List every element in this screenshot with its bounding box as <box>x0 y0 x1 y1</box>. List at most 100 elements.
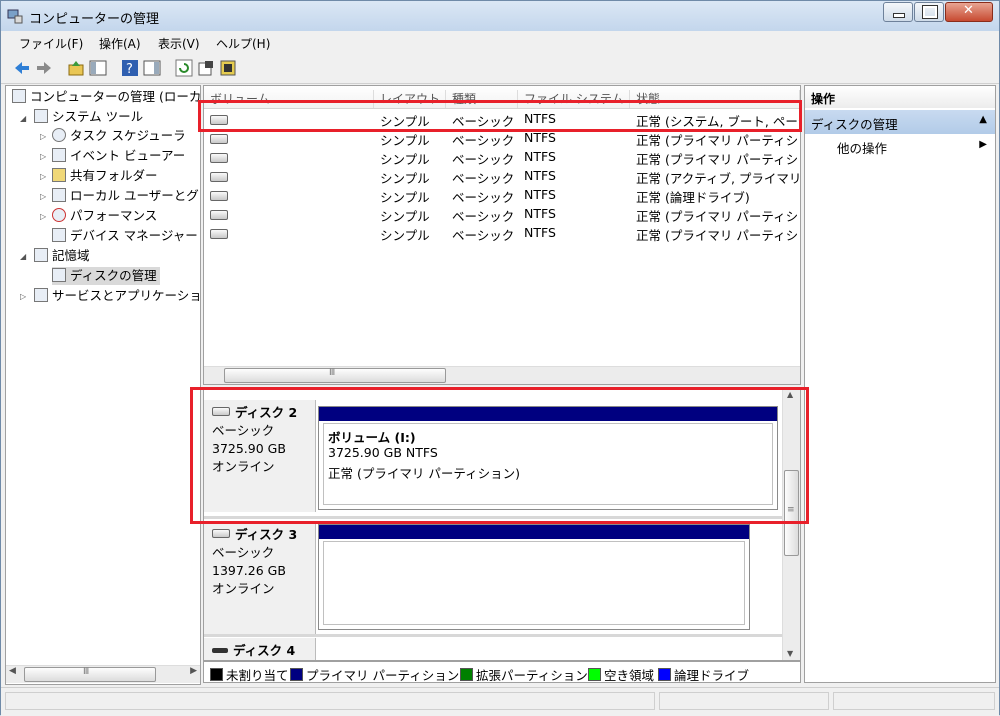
collapse-triangle-icon[interactable]: ◢ <box>20 114 26 123</box>
volume-cell-fs: NTFS <box>524 168 556 183</box>
volume-row[interactable]: シンプル ベーシック NTFS 正常 (論理ドライブ) <box>204 185 800 205</box>
expand-triangle-icon[interactable]: ▷ <box>20 292 26 301</box>
tree-item-storage[interactable]: 記憶域 <box>34 247 90 265</box>
toolbar: ? <box>1 55 999 84</box>
disk-drive-icon <box>210 172 228 182</box>
show-hide-tree-icon[interactable] <box>89 59 107 77</box>
tree-item-services-apps[interactable]: サービスとアプリケーショ <box>34 287 202 305</box>
disk-separator <box>204 634 784 637</box>
legend-item: 拡張パーティション <box>460 665 588 684</box>
close-button[interactable]: ✕ <box>945 2 993 22</box>
tree-item-local-users[interactable]: ローカル ユーザーとグ <box>52 187 199 205</box>
scroll-left-arrow-icon[interactable]: ◀ <box>9 666 16 676</box>
expand-triangle-icon[interactable]: ▷ <box>40 132 46 141</box>
collapse-up-icon[interactable]: ▲ <box>979 114 987 125</box>
tree-item-system-tools[interactable]: システム ツール <box>34 108 143 126</box>
primary-partition-bar <box>319 407 777 421</box>
tree-horizontal-scrollbar[interactable]: ◀ Ⅲ ▶ <box>6 665 200 683</box>
volume-row[interactable]: シンプル ベーシック NTFS 正常 (プライマリ パーティショ <box>204 223 800 243</box>
column-header-layout[interactable]: レイアウト <box>374 90 446 108</box>
menu-view[interactable]: 表示(V) <box>158 35 200 52</box>
volume-row[interactable]: シンプル ベーシック NTFS 正常 (アクティブ, プライマリ <box>204 166 800 186</box>
status-section <box>659 692 829 710</box>
expand-triangle-icon[interactable]: ▷ <box>40 212 46 221</box>
expand-triangle-icon[interactable]: ▷ <box>40 152 46 161</box>
disk-4-label[interactable]: ディスク 4 <box>204 638 316 660</box>
scroll-right-arrow-icon[interactable]: ▶ <box>190 666 197 676</box>
volume-cell-fs: NTFS <box>524 187 556 202</box>
partition-volume-i[interactable]: ボリューム (I:) 3725.90 GB NTFS 正常 (プライマリ パーテ… <box>318 406 778 510</box>
submenu-arrow-icon[interactable]: ▶ <box>979 139 987 150</box>
disk-settings-icon[interactable] <box>219 59 237 77</box>
volume-row[interactable]: シンプル ベーシック NTFS 正常 (システム, ブート, ページ <box>204 109 800 129</box>
forward-arrow-icon[interactable] <box>35 59 53 77</box>
volume-horizontal-scrollbar[interactable]: Ⅲ <box>204 366 800 384</box>
scroll-thumb[interactable]: ≡ <box>784 470 799 556</box>
scroll-thumb[interactable]: Ⅲ <box>24 667 156 682</box>
tree-item-device-manager[interactable]: デバイス マネージャー <box>52 227 198 245</box>
scroll-thumb[interactable]: Ⅲ <box>224 368 446 383</box>
legend-swatch <box>210 668 223 681</box>
legend-swatch <box>460 668 473 681</box>
scroll-up-arrow-icon[interactable]: ▲ <box>787 390 793 399</box>
menu-file[interactable]: ファイル(F) <box>19 35 83 52</box>
actions-more[interactable]: 他の操作 <box>837 138 887 157</box>
scroll-down-arrow-icon[interactable]: ▼ <box>787 649 793 658</box>
disk-drive-icon <box>210 115 228 125</box>
tree-item-computer-management[interactable]: コンピューターの管理 (ローカ <box>12 88 201 106</box>
expand-triangle-icon[interactable]: ▷ <box>40 172 46 181</box>
device-manager-icon <box>52 228 66 242</box>
maximize-button[interactable] <box>914 2 944 22</box>
help-icon[interactable]: ? <box>121 59 139 77</box>
legend-item: プライマリ パーティション <box>290 665 459 684</box>
disk-size: 3725.90 GB <box>212 441 286 456</box>
legend-swatch <box>658 668 671 681</box>
disk-vertical-scrollbar[interactable]: ▲ ≡ ▼ <box>782 388 800 660</box>
show-hide-action-pane-icon[interactable] <box>143 59 161 77</box>
disk-3-label[interactable]: ディスク 3 ベーシック 1397.26 GB オンライン <box>204 522 316 634</box>
title-bar: コンピューターの管理 ✕ <box>1 1 999 31</box>
disk-state: オンライン <box>212 581 275 596</box>
disk-name: ディスク 2 <box>235 405 298 420</box>
volume-row[interactable]: シンプル ベーシック NTFS 正常 (プライマリ パーティショ <box>204 147 800 167</box>
column-header-file-system[interactable]: ファイル システム <box>518 90 630 108</box>
computer-management-window: コンピューターの管理 ✕ ファイル(F) 操作(A) 表示(V) ヘルプ(H) … <box>0 0 1000 716</box>
disk-drive-icon <box>210 134 228 144</box>
legend-swatch <box>290 668 303 681</box>
tree-item-disk-management[interactable]: ディスクの管理 <box>52 267 160 285</box>
event-viewer-icon <box>52 148 66 162</box>
navigation-tree: コンピューターの管理 (ローカ ◢ システム ツール ▷ タスク スケジューラ … <box>5 85 202 685</box>
disk-icon <box>212 529 230 538</box>
partition-disk-3[interactable] <box>318 524 750 630</box>
legend-item: 空き領域 <box>588 665 654 684</box>
tree-item-performance[interactable]: パフォーマンス <box>52 207 157 225</box>
minimize-button[interactable] <box>883 2 913 22</box>
expand-triangle-icon[interactable]: ▷ <box>40 192 46 201</box>
volume-row[interactable]: シンプル ベーシック NTFS 正常 (プライマリ パーティショ <box>204 204 800 224</box>
tree-item-shared-folders[interactable]: 共有フォルダー <box>52 167 158 185</box>
disk-icon <box>212 407 230 416</box>
volume-cell-status: 正常 (プライマリ パーティショ <box>636 228 800 243</box>
up-folder-icon[interactable] <box>67 59 85 77</box>
column-header-type[interactable]: 種類 <box>446 90 518 108</box>
menu-action[interactable]: 操作(A) <box>99 35 141 52</box>
collapse-triangle-icon[interactable]: ◢ <box>20 252 26 261</box>
disk-drive-icon <box>210 191 228 201</box>
properties-icon[interactable] <box>197 59 215 77</box>
primary-partition-bar <box>319 525 749 539</box>
column-header-volume[interactable]: ボリューム <box>204 90 374 108</box>
menu-help[interactable]: ヘルプ(H) <box>216 35 270 52</box>
disk-size: 1397.26 GB <box>212 563 286 578</box>
disk-icon <box>212 648 228 653</box>
volume-row[interactable]: シンプル ベーシック NTFS 正常 (プライマリ パーティショ <box>204 128 800 148</box>
tree-item-event-viewer[interactable]: イベント ビューアー <box>52 147 185 165</box>
actions-disk-management[interactable]: ディスクの管理 ▲ <box>805 110 995 134</box>
shared-folder-icon <box>52 168 66 182</box>
back-arrow-icon[interactable] <box>13 59 31 77</box>
users-icon <box>52 188 66 202</box>
refresh-icon[interactable] <box>175 59 193 77</box>
disk-2-label[interactable]: ディスク 2 ベーシック 3725.90 GB オンライン <box>204 400 316 512</box>
tree-item-task-scheduler[interactable]: タスク スケジューラ <box>52 127 186 145</box>
status-bar <box>1 687 999 716</box>
column-header-status[interactable]: 状態 <box>630 90 800 108</box>
